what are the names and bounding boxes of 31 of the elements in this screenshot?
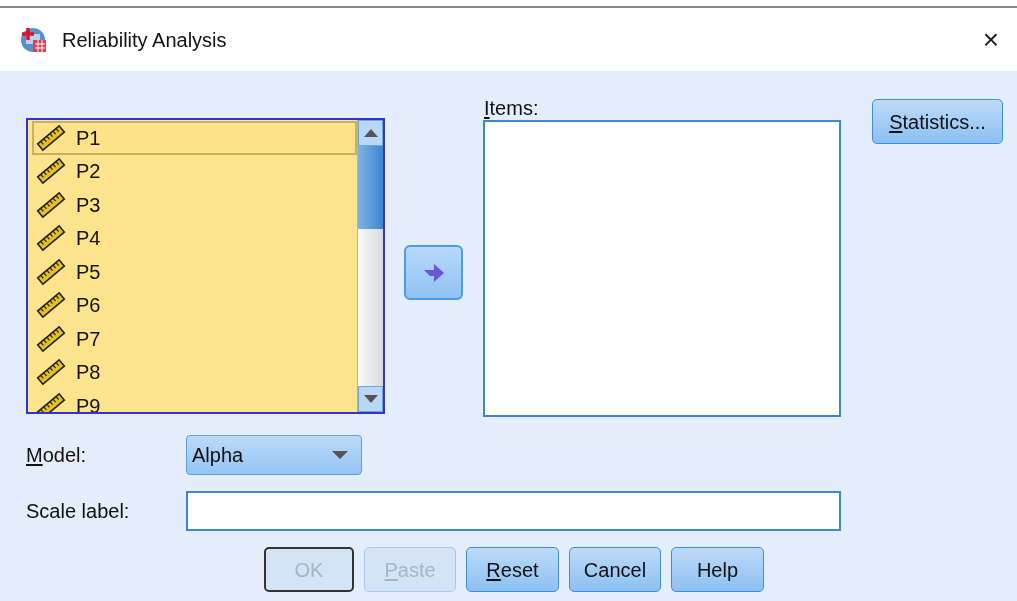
right-arrow-icon [422,261,445,284]
variable-item[interactable]: P2 [32,154,357,188]
ruler-icon [36,123,66,152]
scroll-thumb[interactable] [358,146,383,229]
items-label: Items: [484,96,540,120]
model-label: Model: [26,443,88,468]
variable-item[interactable]: P6 [32,288,357,322]
window-title: Reliability Analysis [62,27,227,53]
scale-label-field[interactable] [186,491,841,531]
dropdown-caret-icon [332,451,348,459]
dialog-button[interactable]: Help [671,547,764,592]
variable-item[interactable]: P7 [32,322,357,356]
dialog-button[interactable]: Reset [466,547,559,592]
down-arrow-icon [363,395,378,403]
variable-item[interactable]: P8 [32,355,357,389]
variable-item[interactable]: P5 [32,255,357,289]
variable-item[interactable]: P3 [32,188,357,222]
variable-item[interactable]: P4 [32,221,357,255]
move-right-button[interactable] [404,245,463,300]
app-icon [20,25,48,54]
scroll-up-button[interactable] [358,120,383,146]
dialog-button[interactable]: Cancel [569,547,661,592]
close-button[interactable]: × [976,25,1005,54]
up-arrow-icon [363,129,378,137]
scroll-down-button[interactable] [358,386,383,412]
statistics-button[interactable]: Statistics... [872,99,1003,144]
scale-label-label: Scale label: [26,499,131,524]
variable-item[interactable]: P1 [32,121,357,155]
model-dropdown[interactable]: Alpha [186,435,362,475]
items-list[interactable] [483,120,841,417]
scrollbar[interactable] [357,120,383,412]
